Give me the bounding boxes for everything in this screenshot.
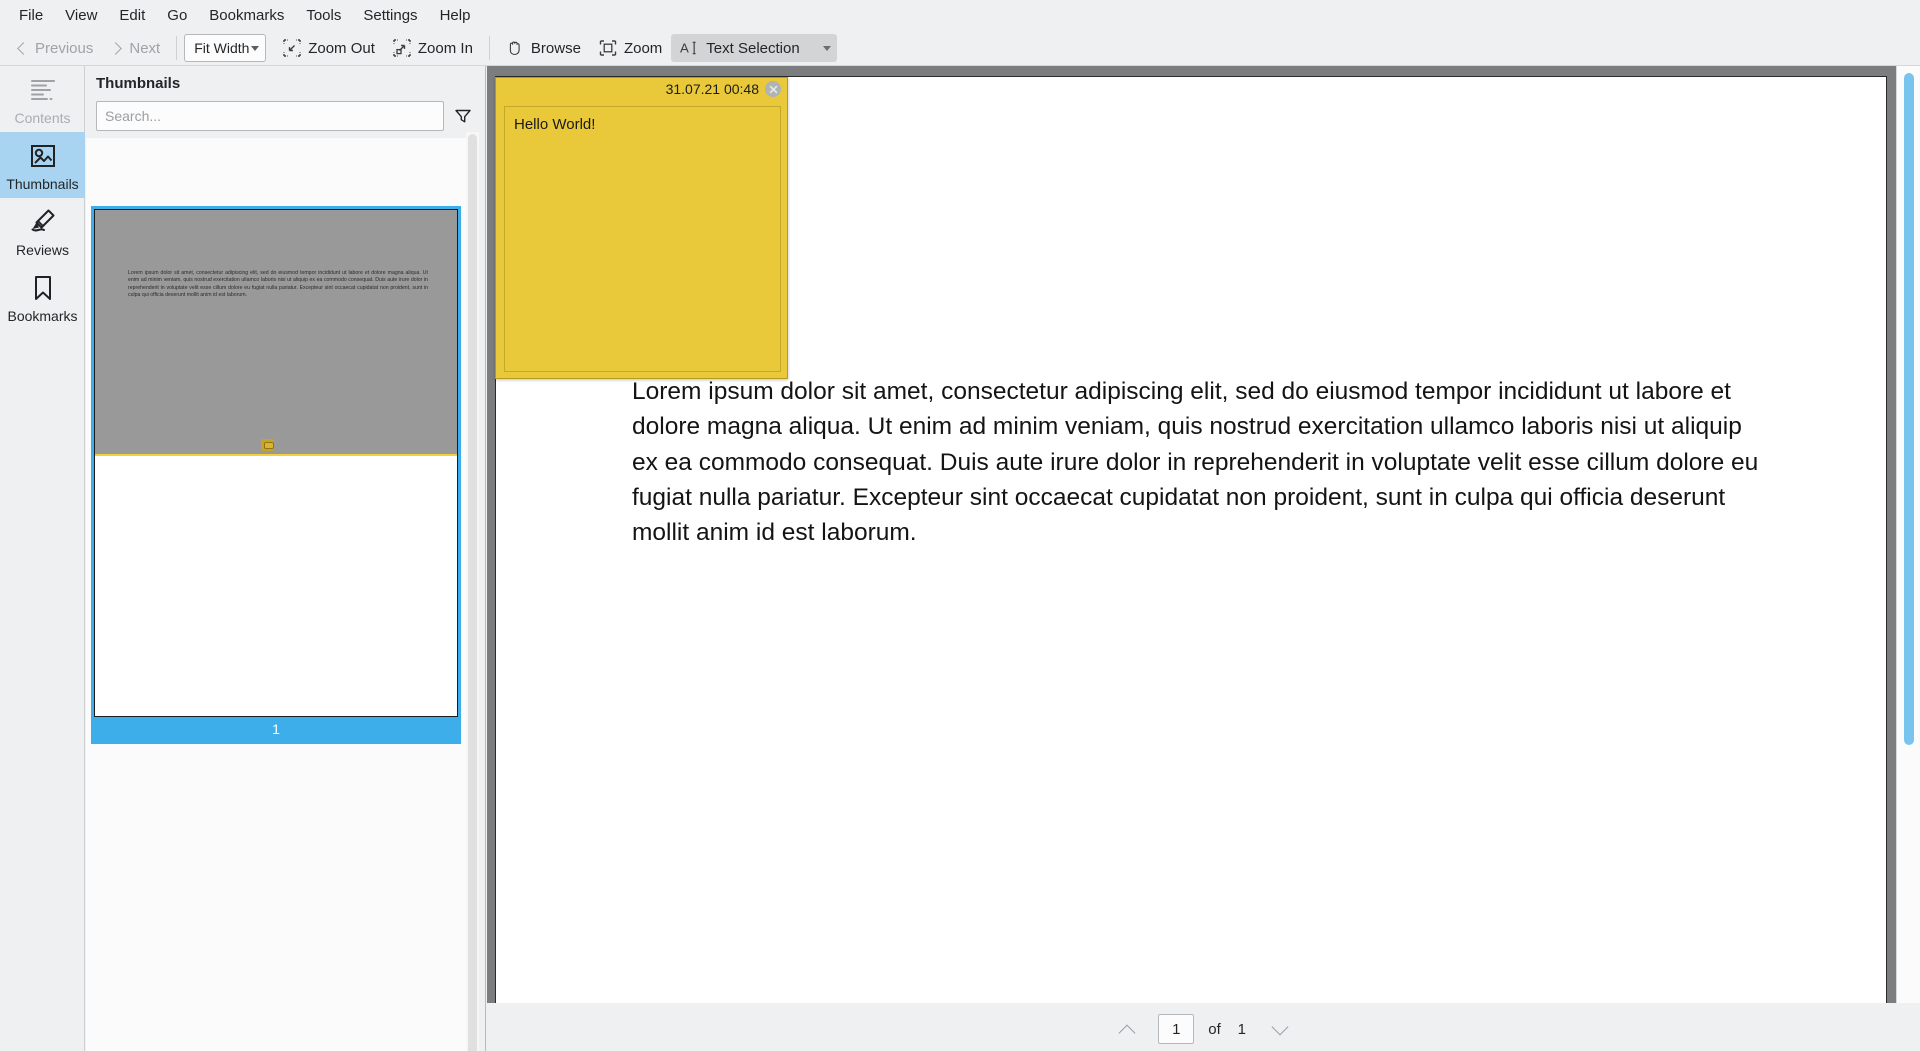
thumbnail-note-icon (261, 439, 274, 451)
filter-funnel-icon[interactable] (453, 106, 473, 126)
contents-icon (30, 80, 55, 100)
thumbnail-selection-highlight (95, 210, 457, 456)
sidebar-item-contents-label: Contents (14, 110, 71, 126)
text-cursor-icon: A (680, 41, 696, 56)
previous-label: Previous (35, 39, 94, 57)
thumbnail-page-number: 1 (272, 721, 280, 737)
text-selection-tool-button[interactable]: A Text Selection (671, 34, 837, 62)
zoom-tool-label: Zoom (623, 39, 663, 57)
sticky-note-timestamp: 31.07.21 00:48 (665, 81, 759, 97)
search-input[interactable] (96, 101, 444, 131)
chevron-right-icon (109, 41, 123, 55)
document-scrollbar[interactable] (1896, 66, 1920, 1051)
next-page-button[interactable]: Next (102, 34, 169, 62)
next-label: Next (129, 39, 161, 57)
previous-page-button[interactable]: Previous (8, 34, 102, 62)
main-toolbar: Previous Next Fit Width Zoom Out Zoom In… (0, 31, 1920, 66)
thumbnails-panel-title: Thumbnails (96, 75, 181, 92)
toolbar-divider-2 (488, 36, 490, 60)
thumbnails-scrollbar[interactable] (466, 132, 479, 1051)
chevron-down-icon (822, 45, 831, 51)
zoom-select-icon (599, 40, 617, 56)
sticky-note-header: 31.07.21 00:48 (496, 78, 787, 100)
sidebar-rail: Contents Thumbnails Reviews Bookmarks (0, 66, 85, 1051)
document-body-text: Lorem ipsum dolor sit amet, consectetur … (632, 378, 1759, 547)
thumbnail-item-page-1[interactable]: Lorem ipsum dolor sit amet, consectetur … (91, 206, 461, 744)
thumbnails-scrollbar-thumb[interactable] (468, 134, 477, 1051)
chevron-up-icon (1118, 1024, 1136, 1042)
menu-go[interactable]: Go (156, 4, 198, 27)
menu-bar: File View Edit Go Bookmarks Tools Settin… (0, 0, 1920, 31)
menu-bookmarks[interactable]: Bookmarks (198, 4, 295, 27)
sidebar-item-bookmarks-label: Bookmarks (7, 308, 78, 324)
zoom-mode-select[interactable]: Fit Width (184, 34, 267, 62)
reviews-icon (31, 209, 54, 232)
menu-file[interactable]: File (8, 4, 54, 27)
menu-settings[interactable]: Settings (352, 4, 428, 27)
bookmarks-icon (34, 276, 51, 300)
document-scrollbar-thumb[interactable] (1904, 73, 1914, 745)
zoom-in-button[interactable]: Zoom In (384, 34, 482, 62)
thumbnails-icon (30, 145, 55, 167)
sticky-note-popup[interactable]: 31.07.21 00:48 Hello World! (495, 77, 788, 379)
chevron-down-icon (251, 45, 260, 51)
menu-help[interactable]: Help (429, 4, 482, 27)
total-pages-label: 1 (1237, 1020, 1246, 1038)
document-viewer[interactable]: Lorem ipsum dolor sit amet, consectetur … (487, 66, 1920, 1051)
zoom-out-icon (283, 39, 301, 57)
chevron-left-icon (17, 41, 30, 55)
hand-icon (509, 41, 520, 56)
sticky-note-text[interactable]: Hello World! (504, 106, 781, 372)
zoom-out-button[interactable]: Zoom Out (274, 34, 384, 62)
thumbnails-search-row (86, 101, 485, 131)
previous-page-arrow-button[interactable] (1110, 1014, 1144, 1044)
page-navigation-bar: of 1 (487, 1007, 1920, 1051)
browse-label: Browse (530, 39, 581, 57)
sidebar-item-bookmarks[interactable]: Bookmarks (0, 264, 85, 330)
next-page-arrow-button[interactable] (1263, 1014, 1297, 1044)
zoom-in-icon (393, 39, 411, 57)
page-number-input[interactable] (1158, 1014, 1195, 1044)
browse-tool-button[interactable]: Browse (497, 34, 590, 62)
menu-tools[interactable]: Tools (295, 4, 352, 27)
thumbnails-panel: Thumbnails Lorem ipsum dolor sit amet, c… (86, 66, 486, 1051)
svg-text:A: A (680, 41, 689, 56)
sidebar-item-contents[interactable]: Contents (0, 66, 85, 132)
page-of-label: of (1208, 1020, 1221, 1038)
sidebar-item-thumbnails-label: Thumbnails (6, 176, 79, 192)
app-window: File View Edit Go Bookmarks Tools Settin… (0, 0, 1920, 1051)
sidebar-item-thumbnails[interactable]: Thumbnails (0, 132, 85, 198)
thumbnail-page-preview: Lorem ipsum dolor sit amet, consectetur … (94, 209, 458, 717)
zoom-out-label: Zoom Out (308, 39, 375, 57)
toolbar-divider-1 (176, 36, 178, 60)
chevron-down-icon (1271, 1018, 1289, 1036)
close-x-icon (769, 85, 777, 93)
zoom-in-label: Zoom In (417, 39, 473, 57)
sidebar-item-reviews-label: Reviews (16, 242, 69, 258)
thumbnails-list[interactable]: Lorem ipsum dolor sit amet, consectetur … (86, 138, 472, 1051)
sidebar-item-reviews[interactable]: Reviews (0, 198, 85, 264)
zoom-tool-button[interactable]: Zoom (590, 34, 671, 62)
zoom-mode-value: Fit Width (194, 40, 250, 56)
menu-view[interactable]: View (54, 4, 108, 27)
thumbnail-preview-text: Lorem ipsum dolor sit amet, consectetur … (128, 270, 428, 299)
close-icon[interactable] (765, 81, 781, 97)
text-selection-label: Text Selection (706, 39, 800, 57)
menu-edit[interactable]: Edit (108, 4, 156, 27)
